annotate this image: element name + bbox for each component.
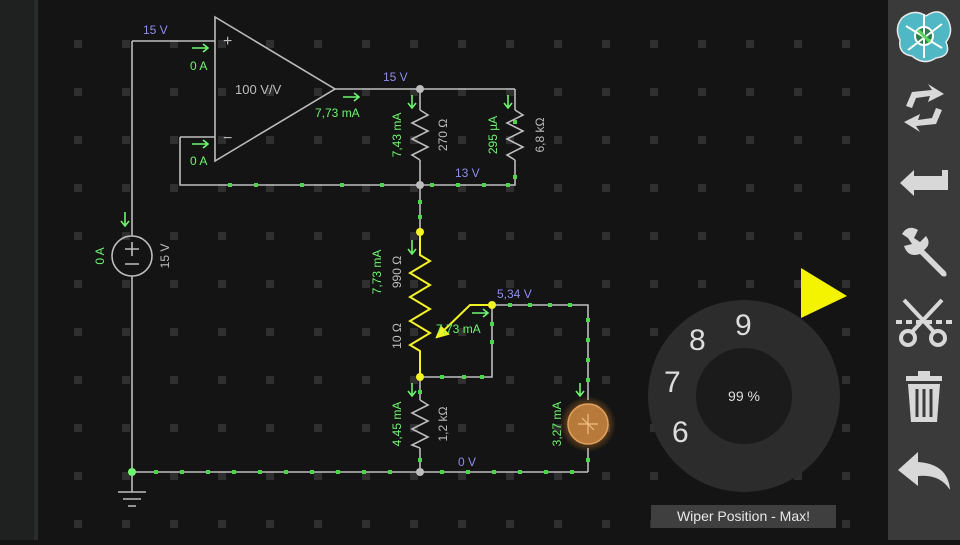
cut-icon[interactable] — [888, 288, 960, 360]
r6k8-value: 6,8 kΩ — [533, 117, 547, 152]
right-toolbar — [888, 0, 960, 540]
dial-percent: 99 % — [728, 388, 760, 404]
in-minus-current: 0 A — [190, 154, 207, 168]
node-mid-voltage: 13 V — [455, 166, 480, 180]
opamp-minus-sign: − — [223, 130, 232, 147]
pot-current: 7,73 mA — [370, 250, 384, 295]
top-left-voltage: 15 V — [143, 23, 168, 37]
potentiometer-dial[interactable]: 6 7 8 9 99 % — [648, 300, 840, 492]
r6k8-current: 295 µA — [486, 116, 500, 154]
dial-number-9: 9 — [735, 309, 752, 342]
opamp-gain-label: 100 V/V — [235, 82, 282, 97]
opamp-out-current: 7,73 mA — [315, 106, 360, 120]
lamp-current: 3,27 mA — [550, 402, 564, 447]
trash-icon[interactable] — [888, 360, 960, 432]
left-strip — [0, 0, 34, 540]
r1k2-value: 1,2 kΩ — [436, 406, 450, 441]
node-wiper-voltage: 5,34 V — [497, 287, 532, 301]
rotate-icon[interactable] — [888, 72, 960, 144]
node-ground-voltage: 0 V — [458, 455, 476, 469]
r1k2-current: 4,45 mA — [390, 402, 404, 447]
dial-number-8: 8 — [689, 324, 706, 357]
dial-number-6: 6 — [672, 416, 689, 449]
r270-value: 270 Ω — [436, 119, 450, 151]
pot-value-bottom: 10 Ω — [390, 323, 404, 349]
r270-current: 7,43 mA — [390, 113, 404, 158]
dial-number-7: 7 — [664, 366, 681, 399]
wiper-current: 7,73 mA — [436, 322, 481, 336]
app-logo-icon[interactable] — [888, 0, 960, 72]
node-top-voltage: 15 V — [383, 70, 408, 84]
wiper-position-status: Wiper Position - Max! — [651, 505, 836, 528]
dial-center: 99 % — [696, 348, 792, 444]
in-plus-current: 0 A — [190, 59, 207, 73]
undo-icon[interactable] — [888, 432, 960, 504]
opamp-plus-sign: + — [223, 33, 232, 50]
wire-icon[interactable] — [888, 144, 960, 216]
source-voltage-label: 15 V — [158, 244, 172, 269]
wrench-icon[interactable] — [888, 216, 960, 288]
source-current-label: 0 A — [93, 247, 107, 264]
pot-value-top: 990 Ω — [390, 256, 404, 288]
lamp[interactable] — [560, 396, 616, 452]
